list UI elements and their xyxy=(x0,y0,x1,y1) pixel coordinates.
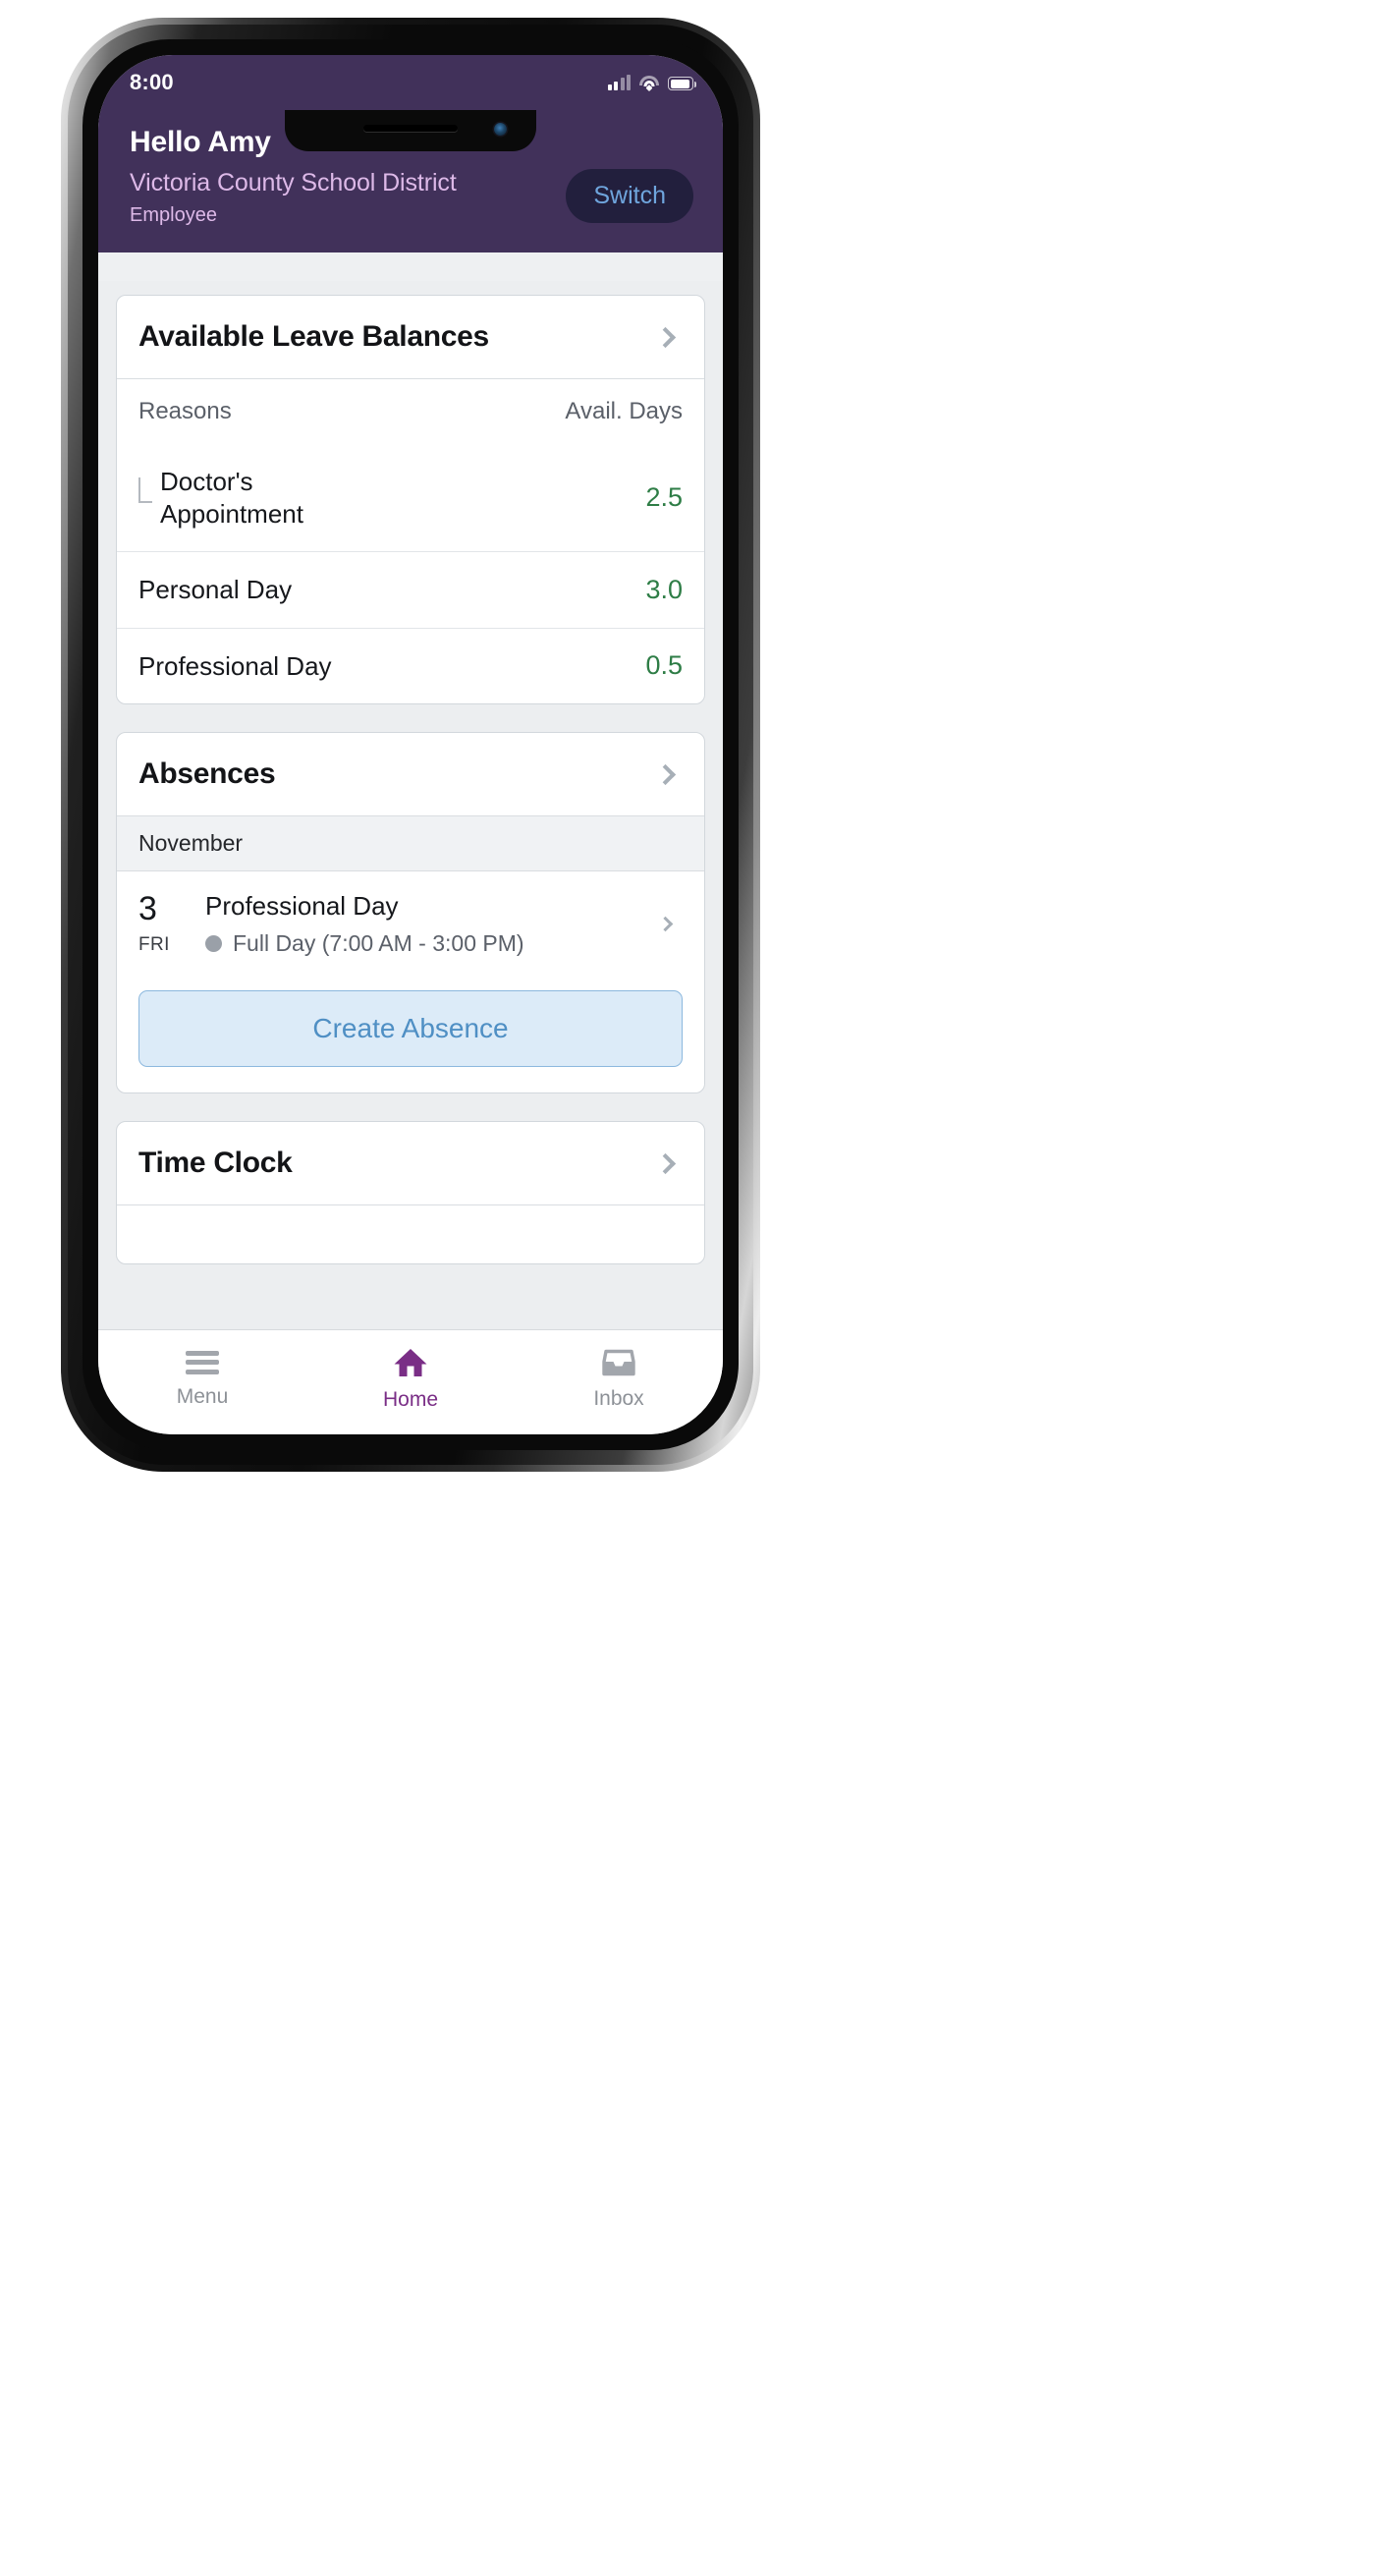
battery-icon xyxy=(668,77,696,90)
front-camera-icon xyxy=(494,123,507,136)
time-clock-card: Time Clock xyxy=(116,1121,705,1264)
absences-month-label: November xyxy=(117,815,704,871)
hamburger-menu-icon xyxy=(186,1350,219,1374)
switch-button[interactable]: Switch xyxy=(566,169,693,223)
tree-branch-icon xyxy=(138,477,152,503)
column-header-avail-days: Avail. Days xyxy=(565,398,683,424)
absences-title: Absences xyxy=(138,757,276,790)
status-bar: 8:00 xyxy=(98,55,723,104)
absence-title: Professional Day xyxy=(205,891,399,921)
bottom-tab-bar: Menu Home Inbox xyxy=(98,1329,723,1434)
create-absence-wrapper: Create Absence xyxy=(117,979,704,1092)
tab-inbox[interactable]: Inbox xyxy=(515,1330,723,1434)
absence-details: Professional Day Full Day (7:00 AM - 3:0… xyxy=(205,891,660,957)
chevron-right-icon[interactable] xyxy=(654,1152,677,1174)
table-row[interactable]: Professional Day 0.5 xyxy=(117,627,704,704)
time-clock-title: Time Clock xyxy=(138,1147,293,1179)
leave-balances-title: Available Leave Balances xyxy=(138,320,489,353)
phone-screen: 8:00 Hello Amy Victoria County School Di… xyxy=(98,55,723,1434)
leave-balances-column-headers: Reasons Avail. Days xyxy=(117,378,704,444)
chevron-right-icon[interactable] xyxy=(654,763,677,785)
signal-bars-icon xyxy=(607,75,631,90)
inbox-tray-icon xyxy=(602,1349,635,1375)
table-row[interactable]: Personal Day 3.0 xyxy=(117,551,704,628)
absence-weekday: FRI xyxy=(138,934,170,955)
tab-menu[interactable]: Menu xyxy=(98,1330,306,1434)
list-item[interactable]: 3 FRI Professional Day Full Day (7:00 AM… xyxy=(117,871,704,979)
leave-reason-label: Personal Day xyxy=(138,575,293,604)
leave-balance-rows: Doctor's Appointment 2.5 Personal Day 3.… xyxy=(117,444,704,703)
leave-reason-line1: Doctor's xyxy=(160,467,253,496)
home-icon xyxy=(394,1348,427,1376)
absence-meta: Full Day (7:00 AM - 3:00 PM) xyxy=(205,930,660,957)
main-scroll-area[interactable]: Available Leave Balances Reasons Avail. … xyxy=(98,281,723,1329)
create-absence-button[interactable]: Create Absence xyxy=(138,990,683,1067)
status-dot-icon xyxy=(205,935,222,952)
leave-reason-label: Doctor's Appointment xyxy=(160,466,303,530)
time-clock-header[interactable]: Time Clock xyxy=(117,1122,704,1204)
phone-notch xyxy=(285,110,536,151)
earpiece-speaker-icon xyxy=(363,125,458,132)
absence-day-number: 3 xyxy=(138,890,157,927)
leave-balances-header[interactable]: Available Leave Balances xyxy=(117,296,704,378)
user-role: Employee xyxy=(130,204,217,226)
leave-balance-value: 2.5 xyxy=(645,482,683,512)
tab-inbox-label: Inbox xyxy=(593,1386,644,1410)
tab-menu-label: Menu xyxy=(176,1384,229,1408)
screenshot-stage: 8:00 Hello Amy Victoria County School Di… xyxy=(0,0,1375,2576)
column-header-reasons: Reasons xyxy=(138,398,232,424)
status-bar-time: 8:00 xyxy=(130,70,174,94)
leave-reason-label: Professional Day xyxy=(138,650,332,681)
time-clock-body xyxy=(117,1204,704,1263)
leave-balances-card: Available Leave Balances Reasons Avail. … xyxy=(116,295,705,704)
leave-reason-line2: Appointment xyxy=(160,498,303,529)
wifi-icon xyxy=(639,76,659,91)
absences-card: Absences November 3 FRI Professional Day… xyxy=(116,732,705,1093)
leave-balance-value: 3.0 xyxy=(645,574,683,604)
leave-reason-nested: Doctor's Appointment xyxy=(138,466,303,530)
table-row[interactable]: Doctor's Appointment 2.5 xyxy=(117,444,704,551)
absences-header[interactable]: Absences xyxy=(117,733,704,815)
absence-time-range: Full Day (7:00 AM - 3:00 PM) xyxy=(233,930,524,956)
organization-name: Victoria County School District xyxy=(130,169,457,196)
tab-home[interactable]: Home xyxy=(306,1330,515,1434)
status-bar-icons xyxy=(607,75,696,91)
leave-balance-value: 0.5 xyxy=(645,650,683,681)
absence-date-block: 3 FRI xyxy=(138,892,205,956)
tab-home-label: Home xyxy=(382,1387,439,1411)
chevron-right-icon[interactable] xyxy=(654,326,677,348)
chevron-right-icon[interactable] xyxy=(657,916,674,932)
